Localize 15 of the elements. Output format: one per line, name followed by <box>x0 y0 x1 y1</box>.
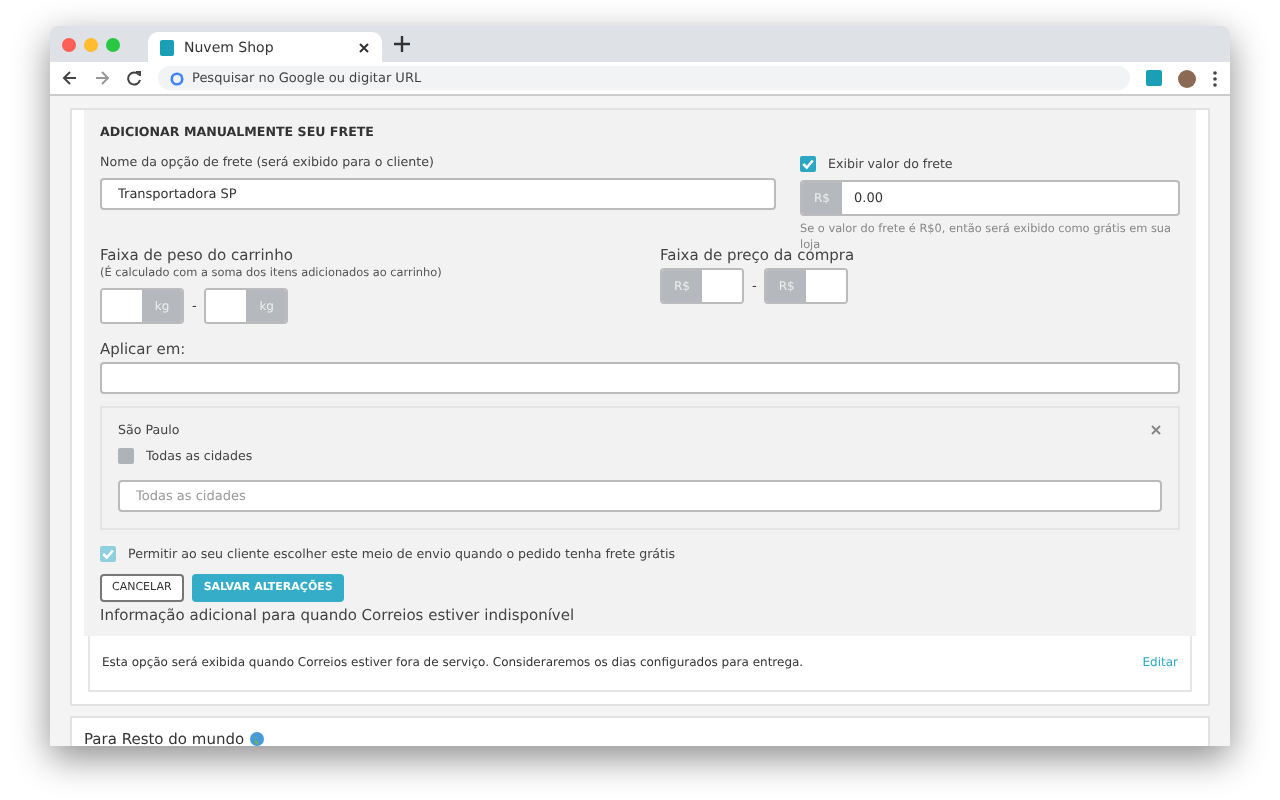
close-window-icon[interactable] <box>62 37 76 51</box>
maximize-window-icon[interactable] <box>106 37 120 51</box>
checkbox[interactable] <box>800 156 816 172</box>
checkbox[interactable] <box>100 546 116 563</box>
checkbox[interactable] <box>118 448 134 465</box>
close-icon[interactable] <box>358 41 370 53</box>
reload-icon[interactable] <box>126 70 142 86</box>
new-tab-icon[interactable] <box>394 36 410 52</box>
google-icon <box>170 71 184 85</box>
globe-icon <box>250 732 265 746</box>
avatar-icon[interactable] <box>1178 69 1196 87</box>
forward-icon[interactable] <box>94 70 110 86</box>
menu-icon[interactable] <box>1212 69 1218 87</box>
apply-field[interactable] <box>100 362 1180 395</box>
back-icon[interactable] <box>62 70 78 86</box>
